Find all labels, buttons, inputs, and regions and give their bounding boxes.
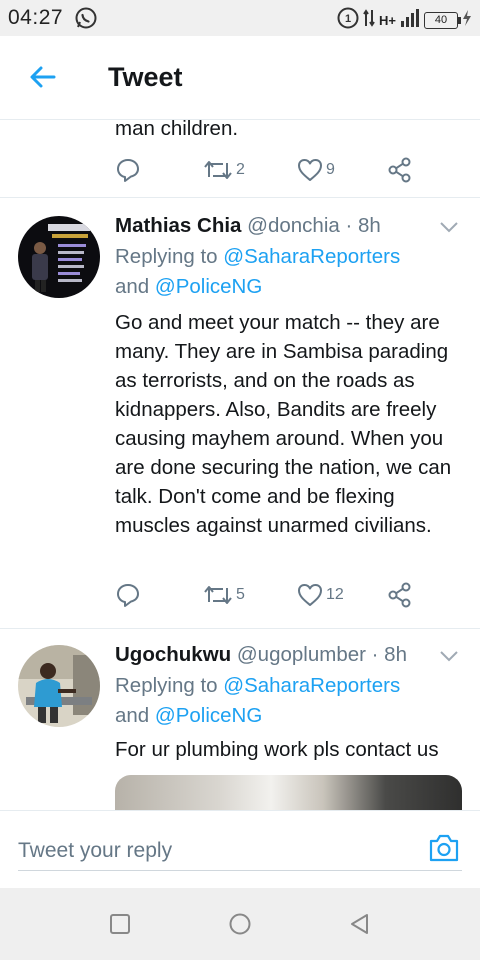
recents-icon[interactable]: [108, 912, 132, 936]
like-count: 12: [326, 586, 344, 603]
share-button[interactable]: [387, 578, 413, 612]
retweet-button[interactable]: 2: [203, 153, 245, 187]
author-name[interactable]: Ugochukwu: [115, 643, 231, 666]
chevron-down-icon[interactable]: [438, 645, 460, 667]
sim-icon: 1: [337, 7, 359, 34]
author-name[interactable]: Mathias Chia: [115, 214, 241, 237]
tweet-time: · 8h: [371, 643, 407, 666]
like-button[interactable]: 9: [297, 153, 335, 187]
tweet-header: Ugochukwu @ugoplumber · 8h: [115, 643, 407, 667]
back-triangle-icon[interactable]: [348, 912, 372, 936]
reply-input[interactable]: [18, 831, 462, 871]
tweet-time: · 8h: [345, 214, 381, 237]
heart-icon: [298, 159, 322, 181]
tweet-actions: 5 12: [115, 578, 445, 612]
author-handle[interactable]: @ugoplumber: [237, 643, 366, 666]
camera-icon[interactable]: [428, 833, 460, 863]
whatsapp-icon: [74, 6, 98, 35]
network-type: H+: [379, 13, 396, 28]
reply-icon: [117, 584, 139, 607]
data-arrows-icon: [363, 8, 375, 33]
replying-to: Replying to @SaharaReporters and @Police…: [115, 242, 455, 302]
status-icons: 1 H+ 40: [337, 7, 472, 34]
status-bar: 04:27 1 H+ 40: [0, 0, 480, 36]
tweet-ugochukwu[interactable]: Ugochukwu @ugoplumber · 8h Replying to @…: [0, 629, 480, 810]
replying-to: Replying to @SaharaReporters and @Police…: [115, 671, 455, 731]
retweet-icon: [204, 161, 232, 179]
arrow-left-icon[interactable]: [26, 60, 60, 94]
retweet-count: 2: [236, 161, 245, 178]
reply-button[interactable]: [115, 578, 141, 612]
tweet-feed[interactable]: man children. 2 9 Mathias Chia @donchia …: [0, 120, 480, 810]
tweet-text: For ur plumbing work pls contact us: [115, 738, 439, 761]
tweet-media-image[interactable]: [115, 775, 462, 810]
mention-link[interactable]: @PoliceNG: [155, 275, 262, 298]
share-icon: [388, 157, 411, 183]
avatar[interactable]: [18, 216, 100, 298]
mention-link[interactable]: @PoliceNG: [155, 704, 262, 727]
retweet-icon: [204, 586, 232, 604]
chevron-down-icon[interactable]: [438, 216, 460, 238]
like-button[interactable]: 12: [297, 578, 344, 612]
tweet-text: Go and meet your match -- they are many.…: [115, 311, 452, 537]
replying-prefix: Replying to: [115, 674, 224, 697]
retweet-count: 5: [236, 586, 245, 603]
tweet-mathias-chia[interactable]: Mathias Chia @donchia · 8h Replying to @…: [0, 198, 480, 628]
share-icon: [388, 582, 411, 608]
replying-and: and: [115, 704, 155, 727]
system-navigation-bar: [0, 888, 480, 960]
signal-icon: [400, 8, 420, 33]
heart-icon: [298, 584, 322, 606]
svg-text:1: 1: [345, 13, 351, 25]
share-button[interactable]: [387, 153, 413, 187]
charging-icon: [462, 10, 472, 31]
tweet-header: Mathias Chia @donchia · 8h: [115, 214, 381, 238]
avatar[interactable]: [18, 645, 100, 727]
replying-and: and: [115, 275, 155, 298]
previous-tweet-actions: 2 9: [115, 153, 445, 187]
previous-tweet-text: man children.: [115, 120, 239, 140]
reply-composer: [0, 810, 480, 888]
battery-icon: 40: [424, 12, 461, 29]
status-time: 04:27: [8, 6, 64, 29]
page-title: Tweet: [108, 62, 183, 92]
reply-icon: [117, 159, 139, 182]
reply-button[interactable]: [115, 153, 141, 187]
mention-link[interactable]: @SaharaReporters: [223, 245, 400, 268]
like-count: 9: [326, 161, 335, 178]
retweet-button[interactable]: 5: [203, 578, 245, 612]
author-handle[interactable]: @donchia: [247, 214, 340, 237]
home-icon[interactable]: [228, 912, 252, 936]
replying-prefix: Replying to: [115, 245, 224, 268]
mention-link[interactable]: @SaharaReporters: [223, 674, 400, 697]
app-header: Tweet: [0, 36, 480, 120]
